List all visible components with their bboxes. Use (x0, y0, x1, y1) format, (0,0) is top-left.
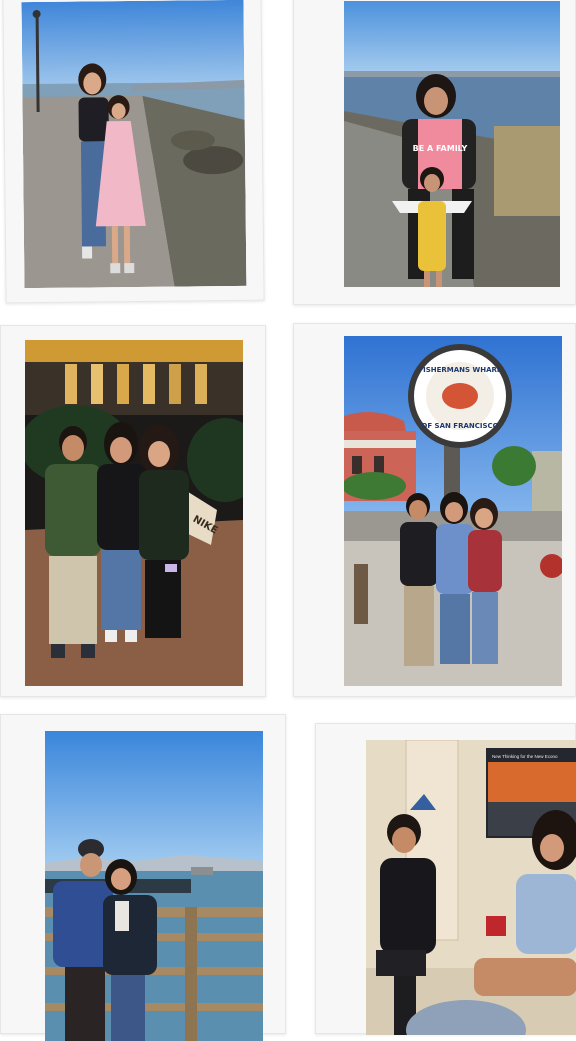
polaroid-pier-couple (0, 714, 286, 1041)
wharf-sign-bottom-text: OF SAN FRANCISCO (421, 422, 498, 430)
polaroid-shirt-duo: BE A FAMILY (293, 0, 576, 305)
photo-indoor-hangout: New Thinking for the New Econo (366, 740, 576, 1035)
wharf-sign-top-text: FISHERMANS WHARF (418, 366, 502, 374)
tshirt-text: BE A FAMILY (413, 144, 468, 153)
photo-night-group: NIKE (25, 340, 243, 686)
polaroid-waterfront-path (2, 0, 265, 304)
photo-waterfront-path (21, 0, 247, 289)
poster-caption: New Thinking for the New Econo (492, 754, 558, 759)
polaroid-indoor-hangout: New Thinking for the New Econo (315, 723, 576, 1035)
polaroid-fishermans-wharf: FISHERMANS WHARF OF SAN FRANCISCO (293, 323, 576, 697)
polaroid-night-group: NIKE (0, 325, 266, 697)
photo-pier-couple (45, 731, 263, 1041)
photo-fishermans-wharf: FISHERMANS WHARF OF SAN FRANCISCO (344, 336, 562, 686)
photo-shirt-duo: BE A FAMILY (344, 1, 560, 287)
